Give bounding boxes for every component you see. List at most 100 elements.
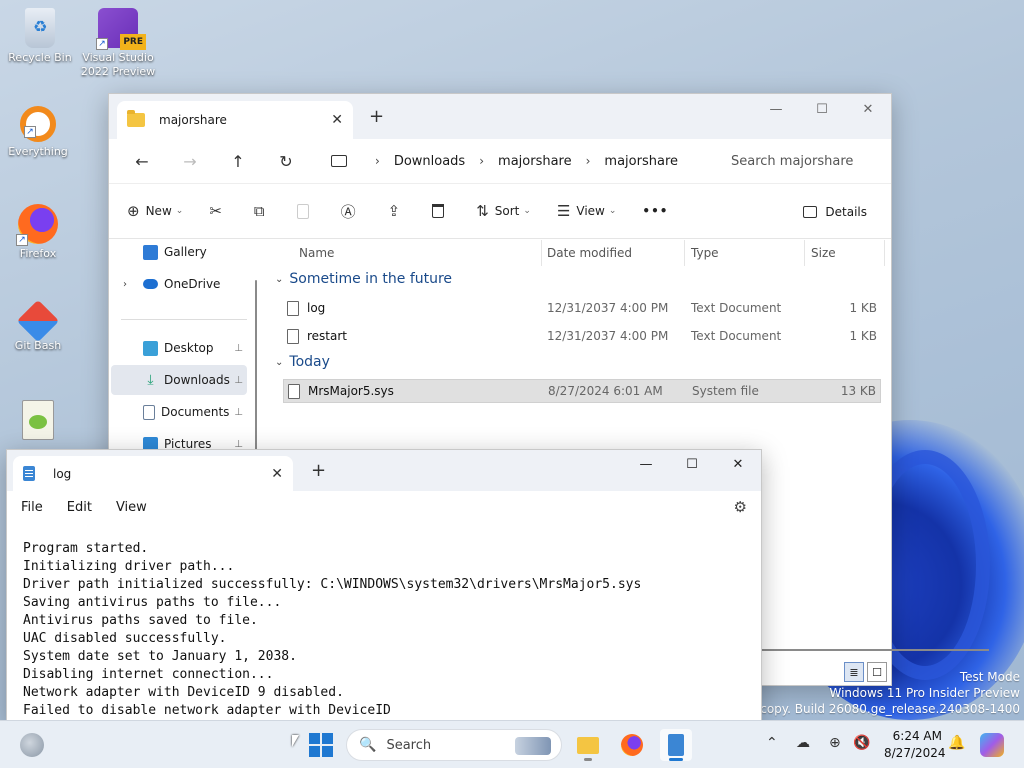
breadcrumb-item-downloads[interactable]: Downloads (394, 154, 465, 169)
sort-button[interactable]: ⇅ Sort ⌄ (476, 202, 531, 220)
new-tab-button[interactable]: + (369, 106, 384, 127)
desktop-icon-everything[interactable]: ↗ Everything (0, 106, 76, 159)
forward-button[interactable]: → (175, 146, 205, 176)
desktop-icon-label: Git Bash (14, 339, 62, 352)
details-button[interactable]: Details (803, 205, 867, 219)
explorer-tab[interactable]: majorshare ✕ (117, 101, 353, 139)
settings-gear-icon[interactable]: ⚙ (734, 498, 747, 516)
menu-view[interactable]: View (116, 500, 147, 515)
column-divider[interactable] (884, 240, 885, 266)
nav-item-onedrive[interactable]: › OneDrive (111, 269, 247, 299)
nav-item-label: Gallery (164, 245, 207, 259)
chevron-right-icon[interactable]: › (375, 154, 380, 168)
clock-time: 6:24 AM (892, 729, 942, 743)
close-tab-icon[interactable]: ✕ (331, 112, 343, 128)
desktop-icon-visual-studio[interactable]: PRE ↗ Visual Studio 2022 Preview (80, 8, 156, 79)
delete-button[interactable] (432, 204, 450, 218)
chevron-right-icon[interactable]: › (479, 154, 484, 168)
details-view-button[interactable]: ≣ (844, 662, 864, 682)
search-input[interactable]: Search majorshare (723, 145, 891, 177)
explorer-navbar: ← → ↑ ↻ › Downloads › majorshare › major… (109, 139, 891, 184)
chevron-right-icon[interactable]: › (586, 154, 591, 168)
horizontal-scrollbar[interactable] (749, 649, 989, 651)
copy-icon: ⧉ (253, 202, 265, 220)
chevron-down-icon[interactable]: ⌄ (275, 274, 283, 285)
widgets-icon[interactable] (20, 733, 44, 757)
column-divider[interactable] (804, 240, 805, 266)
this-pc-icon[interactable] (331, 155, 347, 167)
nav-item-desktop[interactable]: Desktop ⊥ (111, 333, 247, 363)
cut-button[interactable]: ✂ (209, 202, 228, 220)
desktop-icon-git-bash[interactable]: Git Bash (0, 299, 76, 353)
refresh-button[interactable]: ↻ (271, 146, 301, 176)
close-button[interactable]: ✕ (715, 450, 761, 478)
copy-button[interactable]: ⧉ (254, 202, 271, 220)
menu-file[interactable]: File (21, 500, 43, 515)
close-tab-icon[interactable]: ✕ (271, 466, 283, 482)
shortcut-arrow-icon: ↗ (24, 126, 36, 138)
notepad-icon (668, 734, 684, 756)
tiles-view-button[interactable]: ☐ (867, 662, 887, 682)
minimize-button[interactable]: — (753, 94, 799, 124)
column-header-name[interactable]: Name (299, 246, 334, 260)
desktop-icon-label: Everything (8, 145, 68, 158)
nav-item-documents[interactable]: Documents ⊥ (111, 397, 247, 427)
show-hidden-icons-chevron[interactable]: ⌃ (766, 735, 778, 751)
file-date: 12/31/2037 4:00 PM (547, 329, 669, 343)
breadcrumb-item-majorshare-current[interactable]: majorshare (604, 154, 678, 169)
share-button[interactable]: ⇪ (388, 202, 407, 220)
rename-button[interactable]: Ⓐ (341, 201, 362, 222)
system-clock[interactable]: 6:24 AM 8/27/2024 (884, 728, 946, 762)
breadcrumb[interactable]: › Downloads › majorshare › majorshare (319, 145, 709, 177)
desktop-icon-notepad-plus[interactable] (0, 400, 76, 443)
new-tab-button[interactable]: + (311, 460, 326, 481)
firefox-icon: ↗ (16, 204, 58, 246)
notepad-text-area[interactable]: Program started. Initializing driver path… (23, 540, 641, 720)
volume-icon[interactable]: 🔇 (853, 735, 870, 751)
file-name: MrsMajor5.sys (308, 384, 394, 398)
taskbar-search-box[interactable]: 🔍 Search (346, 729, 562, 761)
minimize-button[interactable]: — (623, 450, 669, 478)
breadcrumb-item-majorshare[interactable]: majorshare (498, 154, 572, 169)
more-options-button[interactable]: ••• (642, 204, 668, 218)
maximize-button[interactable]: ☐ (669, 450, 715, 478)
column-header-size[interactable]: Size (811, 246, 836, 260)
maximize-button[interactable]: ☐ (799, 94, 845, 124)
nav-item-downloads[interactable]: ⤓ Downloads ⊥ (111, 365, 247, 395)
column-header-type[interactable]: Type (691, 246, 719, 260)
view-button[interactable]: ☰ View ⌄ (557, 202, 616, 220)
globe-icon[interactable]: ⊕ (829, 735, 841, 751)
paste-button[interactable] (296, 203, 315, 219)
menu-edit[interactable]: Edit (67, 500, 92, 515)
start-button[interactable] (309, 733, 333, 757)
column-divider[interactable] (684, 240, 685, 266)
file-row[interactable]: log 12/31/2037 4:00 PM Text Document 1 K… (283, 296, 881, 320)
new-button[interactable]: ⊕ New ⌄ (127, 202, 183, 220)
nav-item-gallery[interactable]: Gallery (111, 237, 247, 267)
desktop-icon-firefox[interactable]: ↗ Firefox (0, 204, 76, 261)
group-header-future[interactable]: ⌄ Sometime in the future (275, 271, 452, 287)
group-header-today[interactable]: ⌄ Today (275, 354, 330, 370)
copilot-icon[interactable] (980, 733, 1004, 757)
desktop-icon-recycle-bin[interactable]: ♻ Recycle Bin (2, 8, 78, 65)
network-disconnected-icon[interactable]: ☁ (796, 735, 810, 751)
chevron-right-icon[interactable]: › (123, 279, 127, 290)
back-button[interactable]: ← (127, 146, 157, 176)
chevron-down-icon[interactable]: ⌄ (275, 357, 283, 368)
notification-bell-icon[interactable]: 🔔 (948, 735, 965, 751)
notepad-tab[interactable]: log ✕ (13, 456, 293, 491)
up-button[interactable]: ↑ (223, 146, 253, 176)
file-row[interactable]: restart 12/31/2037 4:00 PM Text Document… (283, 324, 881, 348)
close-button[interactable]: ✕ (845, 94, 891, 124)
windows-logo-tile (322, 733, 333, 744)
column-header-date[interactable]: Date modified (547, 246, 632, 260)
taskbar-file-explorer[interactable] (572, 729, 604, 761)
column-divider[interactable] (541, 240, 542, 266)
taskbar-firefox[interactable] (616, 729, 648, 761)
desktop-icon-label: Recycle Bin (8, 51, 72, 64)
file-row[interactable]: MrsMajor5.sys 8/27/2024 6:01 AM System f… (283, 379, 881, 403)
trash-icon (432, 204, 445, 218)
taskbar-notepad[interactable] (660, 729, 692, 761)
notepad-window: log ✕ + — ☐ ✕ File Edit View ⚙ Program s… (6, 449, 762, 724)
nav-scrollbar[interactable] (255, 280, 257, 460)
